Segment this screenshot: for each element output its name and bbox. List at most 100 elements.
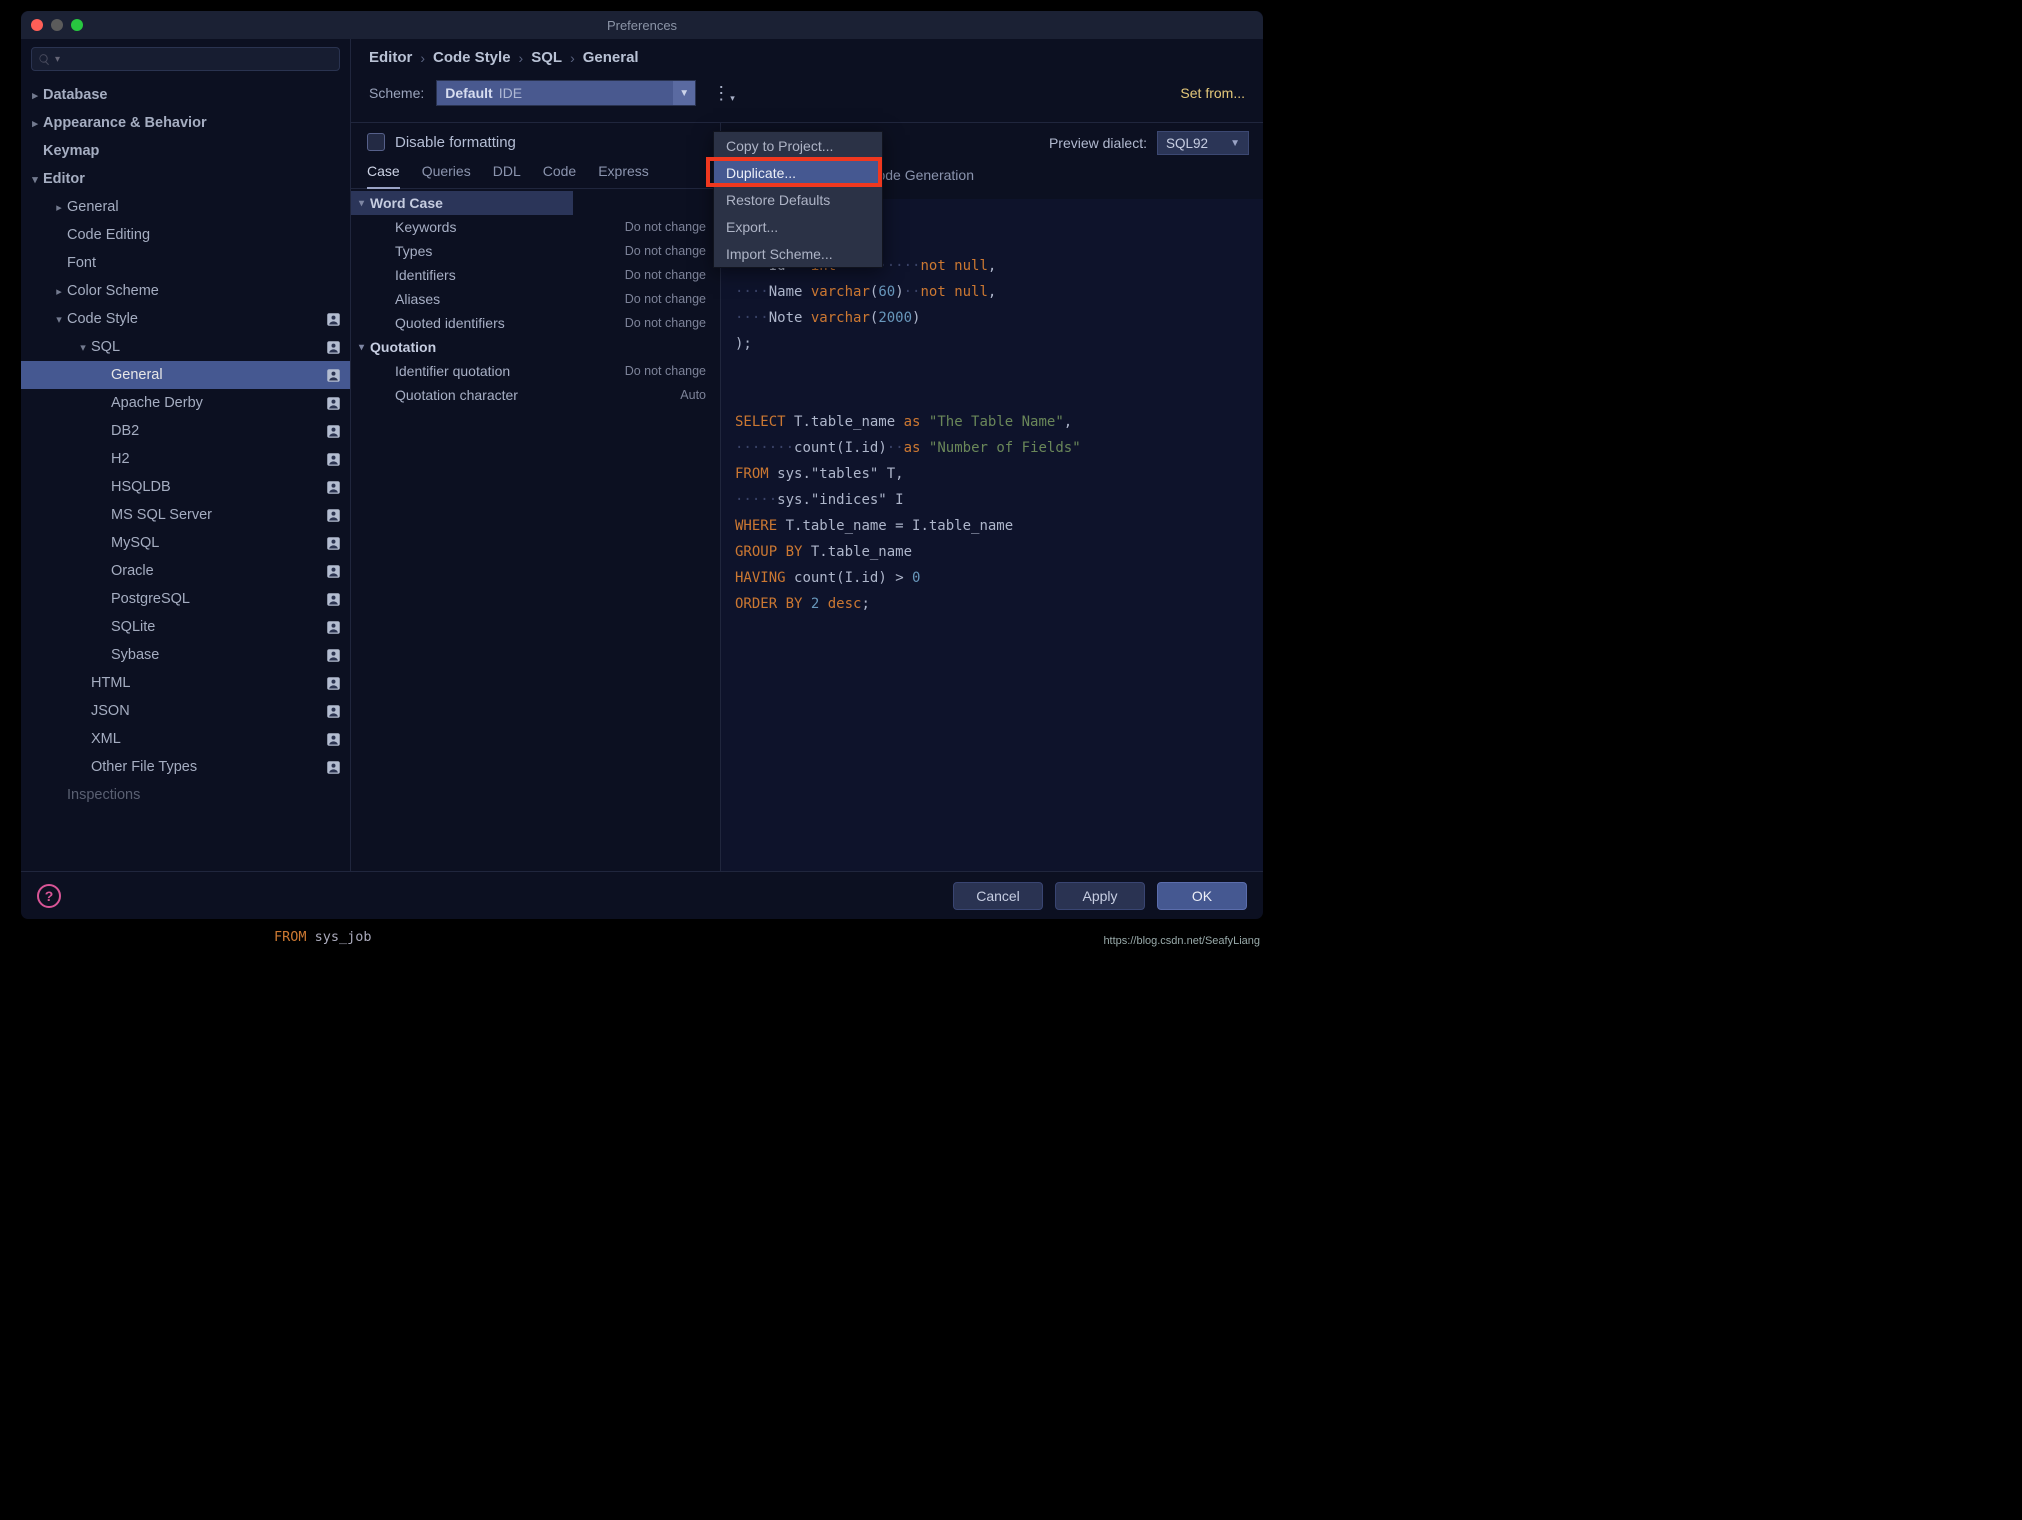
chevron-right-icon: ▸ xyxy=(51,201,67,214)
ctx-copy-to-project[interactable]: Copy to Project... xyxy=(714,132,882,159)
content: ▾ ▸Database▸Appearance & Behavior Keymap ▾… xyxy=(21,39,1263,871)
setting-value: Do not change xyxy=(625,316,706,330)
profile-icon xyxy=(324,591,342,607)
disable-formatting-checkbox[interactable] xyxy=(367,133,385,151)
group-header-quotation[interactable]: ▾ Quotation xyxy=(351,335,720,359)
preview-dialect-select[interactable]: SQL92 ▼ xyxy=(1157,131,1249,155)
chevron-down-icon: ▾ xyxy=(51,313,67,326)
sidebar-item-sqlite[interactable]: SQLite xyxy=(21,613,350,641)
setting-value: Do not change xyxy=(625,220,706,234)
setting-identifiers[interactable]: IdentifiersDo not change xyxy=(351,263,720,287)
sidebar-item-h2[interactable]: H2 xyxy=(21,445,350,473)
profile-icon xyxy=(324,703,342,719)
sidebar-item-code-editing[interactable]: Code Editing xyxy=(21,221,350,249)
ok-button[interactable]: OK xyxy=(1157,882,1247,910)
profile-icon xyxy=(324,311,342,327)
sidebar-item-appearance-behavior[interactable]: ▸Appearance & Behavior xyxy=(21,109,350,137)
tab-code[interactable]: Code xyxy=(543,163,576,188)
sidebar-item-html[interactable]: HTML xyxy=(21,669,350,697)
sidebar-item-label: Color Scheme xyxy=(67,283,342,299)
scheme-label: Scheme: xyxy=(369,85,424,101)
sidebar-item-label: Keymap xyxy=(43,143,342,159)
sidebar-item-database[interactable]: ▸Database xyxy=(21,81,350,109)
sidebar-item-other-file-types[interactable]: Other File Types xyxy=(21,753,350,781)
scheme-select[interactable]: Default IDE ▼ xyxy=(436,80,696,106)
tab-queries[interactable]: Queries xyxy=(422,163,471,188)
help-button[interactable]: ? xyxy=(37,884,61,908)
ctx-duplicate[interactable]: Duplicate... xyxy=(714,159,882,186)
sidebar-item-label: Oracle xyxy=(111,563,318,579)
watermark: https://blog.csdn.net/SeafyLiang xyxy=(1103,935,1260,947)
profile-icon xyxy=(324,675,342,691)
sidebar-item-oracle[interactable]: Oracle xyxy=(21,557,350,585)
code-preview: My_Table ( ····Id···int··········not nul… xyxy=(721,199,1263,871)
breadcrumb-code-style[interactable]: Code Style xyxy=(433,49,511,66)
sidebar-item-xml[interactable]: XML xyxy=(21,725,350,753)
chevron-down-icon: ▾ xyxy=(75,341,91,354)
setting-aliases[interactable]: AliasesDo not change xyxy=(351,287,720,311)
chevron-down-icon: ▾ xyxy=(27,173,43,186)
background-code: FROM sys_job xyxy=(274,929,372,945)
settings-tree: ▸Database▸Appearance & BehaviorKeymap▾Ed… xyxy=(21,81,350,865)
profile-icon xyxy=(324,479,342,495)
tab-code-generation[interactable]: Code Generation xyxy=(867,167,974,191)
sidebar-item-color-scheme[interactable]: ▸Color Scheme xyxy=(21,277,350,305)
sidebar-item-ms-sql-server[interactable]: MS SQL Server xyxy=(21,501,350,529)
preview-dialect-label: Preview dialect: xyxy=(1049,135,1147,151)
preferences-window: Preferences ▾ ▸Database▸Appearance & Beh… xyxy=(20,10,1264,920)
apply-button[interactable]: Apply xyxy=(1055,882,1145,910)
setting-keywords[interactable]: KeywordsDo not change xyxy=(351,215,720,239)
setting-quoted-identifiers[interactable]: Quoted identifiersDo not change xyxy=(351,311,720,335)
sidebar-item-label: DB2 xyxy=(111,423,318,439)
sidebar-item-editor[interactable]: ▾Editor xyxy=(21,165,350,193)
sidebar-item-general[interactable]: ▸General xyxy=(21,193,350,221)
group-header-word-case[interactable]: ▾Word Case xyxy=(351,191,573,215)
sidebar-item-hsqldb[interactable]: HSQLDB xyxy=(21,473,350,501)
sidebar-item-code-style[interactable]: ▾Code Style xyxy=(21,305,350,333)
scheme-actions-button[interactable]: ⋮▾ xyxy=(708,84,739,102)
sidebar-item-label: Font xyxy=(67,255,342,271)
sidebar-item-db2[interactable]: DB2 xyxy=(21,417,350,445)
inner-tabs: Case Queries DDL Code Express xyxy=(351,157,720,189)
search-input[interactable]: ▾ xyxy=(31,47,340,71)
setting-value: Do not change xyxy=(625,364,706,378)
breadcrumb-editor[interactable]: Editor xyxy=(369,49,412,66)
cancel-button[interactable]: Cancel xyxy=(953,882,1043,910)
sidebar-item-label: SQL xyxy=(91,339,318,355)
sidebar-item-keymap[interactable]: Keymap xyxy=(21,137,350,165)
profile-icon xyxy=(324,647,342,663)
setting-identifier-quotation[interactable]: Identifier quotationDo not change xyxy=(351,359,720,383)
sidebar-item-label: Editor xyxy=(43,171,342,187)
sidebar-item-apache-derby[interactable]: Apache Derby xyxy=(21,389,350,417)
tab-express[interactable]: Express xyxy=(598,163,649,188)
ctx-restore-defaults[interactable]: Restore Defaults xyxy=(714,186,882,213)
ctx-export[interactable]: Export... xyxy=(714,213,882,240)
sidebar-item-sql[interactable]: ▾SQL xyxy=(21,333,350,361)
window-title: Preferences xyxy=(21,18,1263,33)
tab-case[interactable]: Case xyxy=(367,163,400,189)
sidebar-item-label: H2 xyxy=(111,451,318,467)
group-title: Quotation xyxy=(370,339,436,355)
case-settings-tree: ▾Word CaseKeywordsDo not changeTypesDo n… xyxy=(351,189,720,409)
sidebar-item-inspections[interactable]: Inspections xyxy=(21,781,350,809)
sidebar-item-sybase[interactable]: Sybase xyxy=(21,641,350,669)
setting-quotation-character[interactable]: Quotation characterAuto xyxy=(351,383,720,407)
setting-types[interactable]: TypesDo not change xyxy=(351,239,720,263)
chevron-down-icon: ▾ xyxy=(359,198,364,209)
sidebar-item-postgresql[interactable]: PostgreSQL xyxy=(21,585,350,613)
sidebar-item-font[interactable]: Font xyxy=(21,249,350,277)
tab-ddl[interactable]: DDL xyxy=(493,163,521,188)
breadcrumb-sql[interactable]: SQL xyxy=(531,49,562,66)
sidebar-item-mysql[interactable]: MySQL xyxy=(21,529,350,557)
chevron-down-icon: ▼ xyxy=(673,81,695,105)
set-from-link[interactable]: Set from... xyxy=(1180,85,1245,101)
sidebar-item-label: General xyxy=(111,367,318,383)
sidebar-item-json[interactable]: JSON xyxy=(21,697,350,725)
sidebar-item-general[interactable]: General xyxy=(21,361,350,389)
sidebar-item-label: MySQL xyxy=(111,535,318,551)
chevron-down-icon: ▾ xyxy=(359,342,364,353)
sidebar-item-label: MS SQL Server xyxy=(111,507,318,523)
setting-value: Do not change xyxy=(625,292,706,306)
chevron-right-icon: ▸ xyxy=(27,89,43,102)
ctx-import-scheme[interactable]: Import Scheme... xyxy=(714,240,882,267)
